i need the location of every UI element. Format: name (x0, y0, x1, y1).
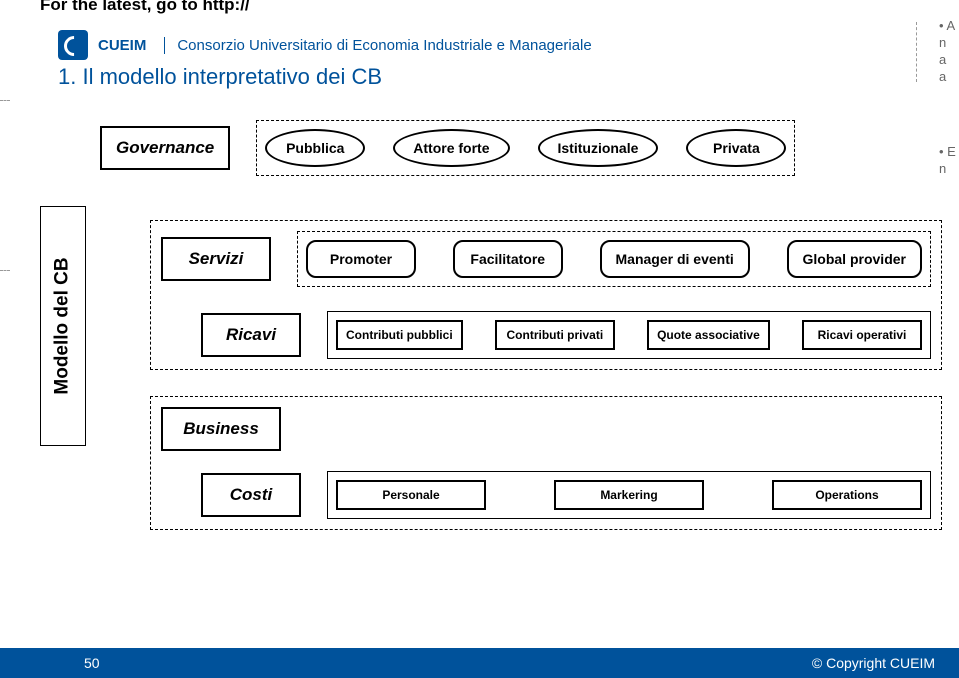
option-contributi-privati: Contributi privati (495, 320, 615, 350)
ricavi-options-group: Contributi pubblici Contributi privati Q… (327, 311, 931, 359)
option-quote-associative: Quote associative (647, 320, 770, 350)
decorative-dash (0, 270, 10, 271)
brand-label: CUEIM (98, 37, 146, 54)
business-label-box: Business (161, 407, 281, 451)
governance-row: Governance Pubblica Attore forte Istituz… (100, 120, 949, 176)
option-contributi-pubblici: Contributi pubblici (336, 320, 463, 350)
slide-header: CUEIM Consorzio Universitario di Economi… (58, 30, 592, 60)
option-markering: Markering (554, 480, 704, 510)
ricavi-label-box: Ricavi (201, 313, 301, 357)
costi-label-box: Costi (201, 473, 301, 517)
governance-label-box: Governance (100, 126, 230, 170)
slide-title: 1. Il modello interpretativo dei CB (58, 64, 382, 90)
costi-options-group: Personale Markering Operations (327, 471, 931, 519)
copyright-text: © Copyright CUEIM (812, 655, 935, 671)
option-manager-eventi: Manager di eventi (600, 240, 750, 278)
option-operations: Operations (772, 480, 922, 510)
decorative-dash (916, 22, 917, 82)
option-pubblica: Pubblica (265, 129, 365, 167)
option-ricavi-operativi: Ricavi operativi (802, 320, 922, 350)
option-personale: Personale (336, 480, 486, 510)
servizi-label-box: Servizi (161, 237, 271, 281)
governance-options-group: Pubblica Attore forte Istituzionale Priv… (256, 120, 795, 176)
sidebar-modello-del-cb: Modello del CB (40, 206, 86, 446)
outdated-banner-text: For the latest, go to http:// (40, 0, 250, 15)
business-row: Business (161, 407, 931, 451)
ricavi-row: Ricavi Contributi pubblici Contributi pr… (201, 311, 931, 359)
option-promoter: Promoter (306, 240, 416, 278)
servizi-options-group: Promoter Facilitatore Manager di eventi … (297, 231, 931, 287)
page-number: 50 (84, 655, 100, 671)
brand-subtitle: Consorzio Universitario di Economia Indu… (164, 37, 591, 54)
business-costi-group: Business Costi Personale Markering Opera… (150, 396, 942, 530)
servizi-row: Servizi Promoter Facilitatore Manager di… (161, 231, 931, 287)
option-privata: Privata (686, 129, 786, 167)
option-attore-forte: Attore forte (393, 129, 509, 167)
servizi-ricavi-group: Servizi Promoter Facilitatore Manager di… (150, 220, 942, 370)
option-facilitatore: Facilitatore (453, 240, 563, 278)
option-global-provider: Global provider (787, 240, 922, 278)
slide-footer: 50 © Copyright CUEIM (0, 648, 959, 678)
diagram-content: Governance Pubblica Attore forte Istituz… (10, 120, 949, 530)
costi-row: Costi Personale Markering Operations (201, 471, 931, 519)
decorative-dash (0, 100, 10, 101)
sidebar-label: Modello del CB (52, 257, 74, 394)
cueim-logo-icon (58, 30, 88, 60)
option-istituzionale: Istituzionale (538, 129, 659, 167)
